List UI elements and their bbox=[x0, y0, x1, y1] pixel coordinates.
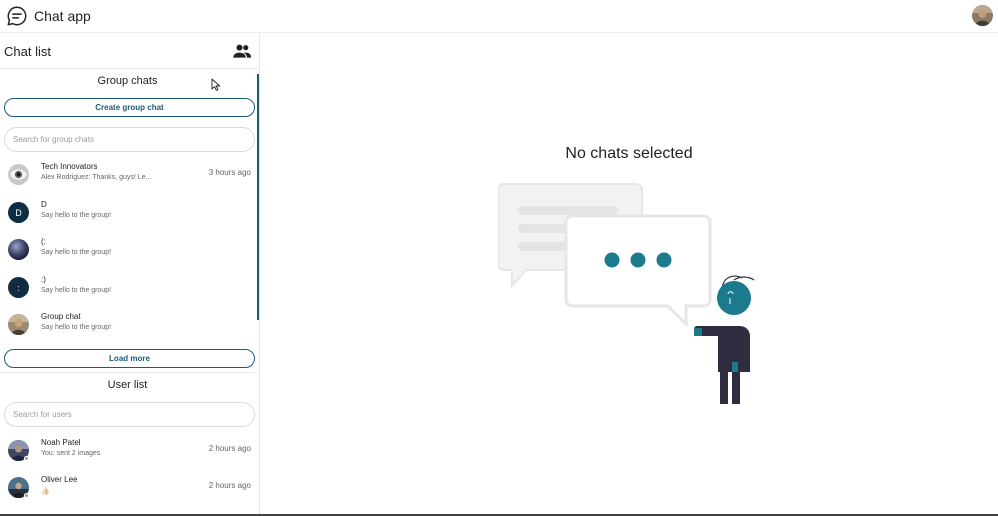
group-chat-search-input[interactable]: Search for group chats bbox=[4, 127, 255, 152]
create-group-chat-button[interactable]: Create group chat bbox=[4, 98, 255, 117]
user-name: Oliver Lee bbox=[41, 475, 78, 484]
chat-list-sidebar: Chat list Group chats Create group chat … bbox=[0, 33, 260, 516]
user-name: Noah Patel bbox=[41, 438, 81, 447]
user-list-heading: User list bbox=[107, 379, 148, 391]
chat-main-panel: No chats selected bbox=[260, 33, 998, 516]
group-chat-preview: Say hello to the group! bbox=[41, 324, 112, 331]
group-chat-name: :) bbox=[41, 275, 46, 284]
group-chat-item[interactable]: D D Say hello to the group! bbox=[0, 196, 257, 233]
status-indicator bbox=[24, 456, 29, 461]
user-list-item[interactable]: Noah Patel You: sent 2 images 2 hours ag… bbox=[0, 434, 257, 471]
app-title: Chat app bbox=[34, 8, 91, 24]
group-avatar bbox=[8, 239, 29, 260]
group-chat-name: D bbox=[41, 200, 47, 209]
group-avatar: D bbox=[8, 202, 29, 223]
group-chat-preview: Say hello to the group! bbox=[41, 249, 112, 256]
group-avatar bbox=[8, 314, 29, 335]
group-chat-preview: Say hello to the group! bbox=[41, 287, 112, 294]
chat-bubble-icon[interactable] bbox=[6, 5, 28, 27]
group-chat-item[interactable]: Tech Innovators Alex Rodriguez: Thanks, … bbox=[0, 158, 257, 195]
top-bar: Chat app bbox=[0, 0, 998, 33]
sidebar-scrollbar[interactable] bbox=[257, 74, 259, 320]
user-time: 2 hours ago bbox=[208, 444, 251, 453]
group-chat-item[interactable]: : :) Say hello to the group! bbox=[0, 271, 257, 308]
group-avatar: : bbox=[8, 277, 29, 298]
avatar-initial: D bbox=[15, 207, 22, 218]
section-divider bbox=[0, 372, 257, 373]
group-chat-name: Tech Innovators bbox=[41, 162, 98, 171]
mouse-cursor-icon bbox=[211, 78, 221, 91]
load-more-button[interactable]: Load more bbox=[4, 349, 255, 368]
user-search-input[interactable]: Search for users bbox=[4, 402, 255, 427]
user-time: 2 hours ago bbox=[208, 481, 251, 490]
group-chat-item[interactable]: (: Say hello to the group! bbox=[0, 233, 257, 270]
empty-state-title: No chats selected bbox=[565, 145, 693, 162]
no-chats-illustration bbox=[498, 183, 755, 404]
group-chat-preview: Alex Rodriguez: Thanks, guys! Le... bbox=[41, 174, 152, 181]
avatar-initial: : bbox=[17, 282, 20, 293]
group-chat-name: Group chat bbox=[41, 312, 81, 321]
chat-list-title: Chat list bbox=[4, 44, 51, 59]
group-chat-name: (: bbox=[41, 237, 46, 246]
sidebar-header: Chat list bbox=[0, 33, 259, 69]
group-chat-preview: Say hello to the group! bbox=[41, 212, 112, 219]
status-indicator bbox=[24, 493, 29, 498]
user-preview: 👍🏻 bbox=[41, 488, 50, 495]
group-chat-item[interactable]: Group chat Say hello to the group! bbox=[0, 308, 257, 345]
user-avatar[interactable] bbox=[972, 5, 993, 26]
user-list-item[interactable]: Oliver Lee 👍🏻 2 hours ago bbox=[0, 471, 257, 508]
user-preview: You: sent 2 images bbox=[41, 450, 101, 457]
group-chat-time: 3 hours ago bbox=[208, 168, 251, 177]
people-icon[interactable] bbox=[232, 42, 252, 60]
group-avatar bbox=[8, 164, 29, 185]
